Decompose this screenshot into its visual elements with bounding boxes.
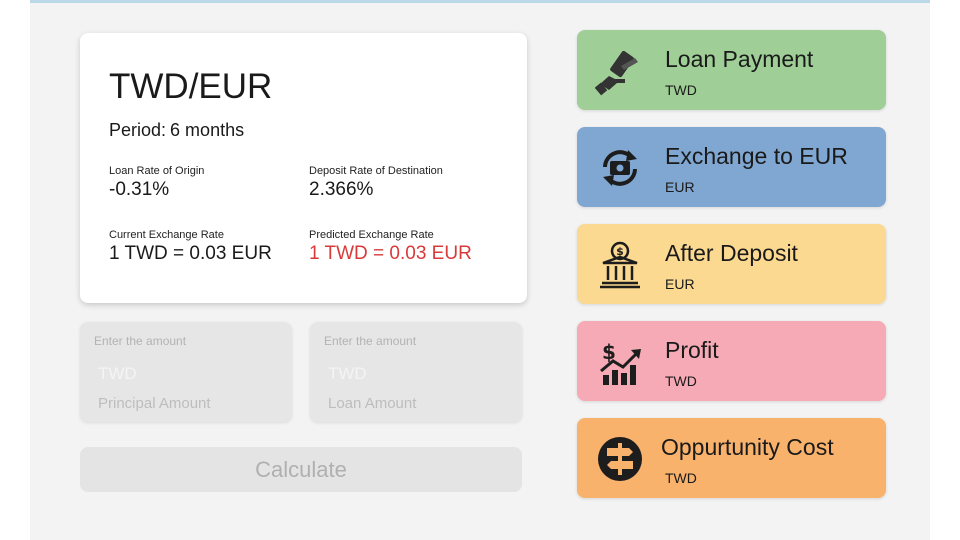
exchange-info-card: TWD/EUR Period: 6 months Loan Rate of Ori… [80,33,527,303]
profit-card[interactable]: $ Profit TWD [577,321,886,401]
opportunity-cost-card[interactable]: Oppurtunity Cost TWD [577,418,886,498]
period-label: Period: [109,120,167,140]
principal-amount-currency: TWD [98,364,137,383]
loan-rate-label: Loan Rate of Origin [109,165,205,177]
after-deposit-currency: EUR [665,276,695,292]
period-value: 6 months [170,120,245,140]
current-rate-label: Current Exchange Rate [109,229,224,241]
loan-rate-value: -0.31% [109,179,170,200]
currency-exchange-icon [603,150,637,186]
principal-amount-placeholder: Enter the amount [94,334,187,348]
exchange-card[interactable]: Exchange to EUR EUR [577,127,886,207]
loan-payment-card[interactable]: Loan Payment TWD [577,30,886,110]
loan-amount-input[interactable]: Enter the amount TWD Loan Amount [310,322,522,422]
after-deposit-title: After Deposit [665,240,798,266]
opportunity-cost-title: Oppurtunity Cost [661,434,834,460]
money-hand-icon [595,50,638,96]
profit-title: Profit [665,337,719,363]
predicted-rate-label: Predicted Exchange Rate [309,229,434,241]
loan-payment-title: Loan Payment [665,46,814,72]
exchange-currency: EUR [665,179,695,195]
principal-amount-input[interactable]: Enter the amount TWD Principal Amount [80,322,292,422]
loan-amount-caption: Loan Amount [328,395,417,412]
signpost-icon [598,437,642,481]
loan-payment-currency: TWD [665,82,697,98]
loan-amount-placeholder: Enter the amount [324,334,417,348]
current-rate-stat: Current Exchange Rate 1 TWD = 0.03 EUR [109,229,272,265]
predicted-rate-value: 1 TWD = 0.03 EUR [309,243,472,264]
current-rate-value: 1 TWD = 0.03 EUR [109,243,272,264]
predicted-rate-stat: Predicted Exchange Rate 1 TWD = 0.03 EUR [309,229,472,265]
bank-icon: $ [600,241,640,289]
loan-rate-stat: Loan Rate of Origin -0.31% [109,165,204,201]
profit-currency: TWD [665,373,697,389]
period: Period: 6 months [109,120,244,141]
deposit-rate-stat: Deposit Rate of Destination 2.366% [309,165,443,201]
deposit-rate-label: Deposit Rate of Destination [309,165,443,177]
exchange-title: Exchange to EUR [665,143,848,169]
opportunity-cost-currency: TWD [665,470,697,486]
currency-pair-title: TWD/EUR [109,67,273,106]
after-deposit-card[interactable]: $ After Deposit EUR [577,224,886,304]
calculate-button[interactable]: Calculate [80,447,522,492]
profit-chart-icon: $ [600,340,641,385]
loan-amount-currency: TWD [328,364,367,383]
principal-amount-caption: Principal Amount [98,395,211,412]
svg-text:$: $ [616,245,624,258]
deposit-rate-value: 2.366% [309,179,374,200]
